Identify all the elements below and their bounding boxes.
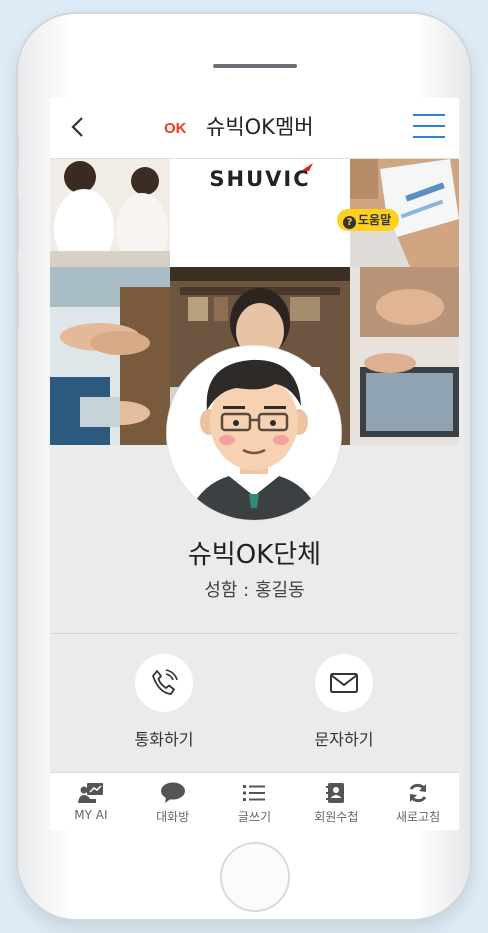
ai-presenter-icon [77, 783, 103, 803]
speaker-grille [213, 64, 297, 68]
tab-label: MY AI [74, 808, 108, 822]
banner-photo-office [50, 159, 170, 267]
back-button[interactable] [64, 112, 92, 142]
profile-avatar [167, 346, 341, 520]
chat-bubble-icon [160, 782, 185, 803]
logo-accent-mark [301, 163, 313, 171]
tab-label: 새로고침 [396, 810, 441, 824]
volume-down-button [15, 270, 19, 330]
chevron-left-icon [71, 117, 83, 137]
banner-photo-handshake [50, 267, 170, 445]
power-button [469, 204, 473, 274]
app-header: OK 슈빅OK멤버 [50, 98, 459, 159]
tab-refresh[interactable]: 새로고침 [377, 773, 459, 830]
mute-switch [15, 134, 19, 168]
question-icon: ? [343, 216, 356, 229]
call-action[interactable]: 통화하기 [104, 654, 224, 750]
app-screen: OK 슈빅OK멤버 SHUVIC ? 도움말 슈빅OK단체 성함: 홍길동 통… [50, 98, 459, 830]
tab-my-ai[interactable]: MY AI [50, 773, 132, 830]
tab-label: 대화방 [156, 810, 190, 824]
refresh-icon [409, 783, 427, 803]
section-divider [50, 633, 459, 634]
hamburger-icon [413, 114, 445, 138]
call-label: 통화하기 [134, 730, 194, 749]
page-title: 슈빅OK멤버 [206, 115, 314, 139]
tab-label: 회원수첩 [314, 810, 359, 824]
help-button[interactable]: ? 도움말 [337, 209, 400, 231]
envelope-icon [330, 673, 358, 693]
list-icon [243, 785, 266, 801]
tab-member-book[interactable]: 회원수첩 [295, 773, 377, 830]
volume-up-button [15, 194, 19, 254]
contact-book-icon [326, 783, 345, 803]
tab-write[interactable]: 글쓰기 [214, 773, 296, 830]
home-button[interactable] [220, 842, 290, 912]
banner-photo-tablet [350, 267, 459, 445]
bottom-tab-bar: MY AI 대화방 글쓰기 회원수첩 새로고침 [50, 772, 459, 830]
organization-name: 슈빅OK단체 [187, 540, 322, 570]
member-name: 성함 : 홍길동 [204, 580, 305, 601]
menu-button[interactable] [413, 114, 445, 142]
ok-logo: OK [164, 120, 187, 137]
message-label: 문자하기 [314, 730, 374, 749]
message-action[interactable]: 문자하기 [284, 654, 404, 750]
call-button[interactable] [135, 654, 193, 712]
shuvic-logo: SHUVIC [209, 167, 311, 191]
tab-chat-room[interactable]: 대화방 [132, 773, 214, 830]
tab-label: 글쓰기 [237, 810, 272, 824]
phone-icon [152, 669, 178, 695]
help-label: 도움말 [358, 213, 392, 227]
message-button[interactable] [315, 654, 373, 712]
avatar-illustration [167, 346, 341, 520]
banner-brand-area: SHUVIC [170, 159, 350, 267]
